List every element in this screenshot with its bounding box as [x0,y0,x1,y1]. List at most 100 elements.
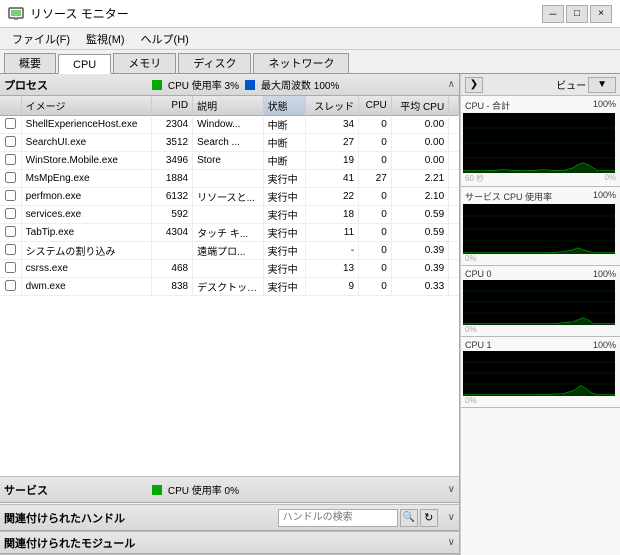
handle-search-button[interactable]: 🔍 [400,509,418,527]
table-row[interactable]: MsMpEng.exe 1884 実行中 41 27 2.21 [0,170,459,188]
th-cpu[interactable]: CPU [359,96,392,116]
row-description: Window... [193,116,264,134]
handle-refresh-button[interactable]: ↻ [420,509,438,527]
row-pid [151,242,192,260]
menu-file[interactable]: ファイル(F) [4,29,78,49]
tab-network[interactable]: ネットワーク [253,53,349,73]
th-threads[interactable]: スレッド [305,96,358,116]
tab-cpu[interactable]: CPU [58,54,111,74]
table-row[interactable]: WinStore.Mobile.exe 3496 Store 中断 19 0 0… [0,152,459,170]
tab-overview[interactable]: 概要 [4,53,56,73]
row-checkbox[interactable] [0,278,21,296]
service-cpu-text: CPU 使用率 0% [168,482,239,497]
maximize-button[interactable]: □ [566,5,588,23]
row-threads: 11 [305,224,358,242]
row-checkbox[interactable] [0,224,21,242]
th-description[interactable]: 説明 [193,96,264,116]
cpu1-bottom-label: 0% [463,396,618,405]
green-indicator-square [152,80,162,90]
th-scroll-spacer [449,96,459,116]
service-cpu-pct-bottom: 0% [465,254,477,263]
th-image[interactable]: イメージ [21,96,151,116]
row-status: 実行中 [263,242,305,260]
process-table-container[interactable]: イメージ PID 説明 状態 スレッド CPU 平均 CPU ShellExpe… [0,96,459,476]
th-avg-cpu[interactable]: 平均 CPU [391,96,448,116]
row-description: Search ... [193,134,264,152]
row-image: ShellExperienceHost.exe [21,116,151,134]
row-cpu: 0 [359,260,392,278]
title-bar-left: リソース モニター [8,5,129,22]
row-status: 実行中 [263,224,305,242]
service-cpu-chart-label: サービス CPU 使用率 100% [463,189,618,204]
row-avg-cpu: 0.00 [391,152,448,170]
service-section-title: サービス [4,482,152,498]
row-image: csrss.exe [21,260,151,278]
table-row[interactable]: ShellExperienceHost.exe 2304 Window... 中… [0,116,459,134]
service-green-square [152,485,162,495]
menu-bar: ファイル(F) 監視(M) ヘルプ(H) [0,28,620,50]
row-checkbox[interactable] [0,188,21,206]
row-status: 中断 [263,116,305,134]
table-row[interactable]: システムの割り込み 遠端プロ... 実行中 - 0 0.39 [0,242,459,260]
row-checkbox[interactable] [0,134,21,152]
right-panel: ❯ ビュー ▼ CPU - 合計 100% [460,74,620,555]
row-image: TabTip.exe [21,224,151,242]
row-checkbox[interactable] [0,260,21,278]
table-row[interactable]: TabTip.exe 4304 タッチ キ... 実行中 11 0 0.59 [0,224,459,242]
table-row[interactable]: services.exe 592 実行中 18 0 0.59 [0,206,459,224]
table-row[interactable]: perfmon.exe 6132 リソースと... 実行中 22 0 2.10 [0,188,459,206]
row-checkbox[interactable] [0,116,21,134]
handle-chevron: ∨ [444,512,459,523]
row-avg-cpu: 0.59 [391,206,448,224]
process-table: イメージ PID 説明 状態 スレッド CPU 平均 CPU ShellExpe… [0,96,459,296]
process-section-header[interactable]: プロセス CPU 使用率 3% 最大周波数 100% ∧ [0,74,459,96]
row-cpu: 0 [359,224,392,242]
service-section-header[interactable]: サービス CPU 使用率 0% ∨ [0,477,459,503]
tab-memory[interactable]: メモリ [113,53,176,73]
cpu0-bottom-label: 0% [463,325,618,334]
handle-search-input[interactable] [278,509,398,527]
table-row[interactable]: dwm.exe 838 デスクトップ... 実行中 9 0 0.33 [0,278,459,296]
table-row[interactable]: csrss.exe 468 実行中 13 0 0.39 [0,260,459,278]
menu-monitor[interactable]: 監視(M) [78,29,133,49]
right-panel-content[interactable]: CPU - 合計 100% 60 秒 [461,96,620,555]
row-cpu: 0 [359,152,392,170]
row-checkbox[interactable] [0,170,21,188]
handle-section: 関連付けられたハンドル 🔍 ↻ ∨ [0,505,459,532]
process-max-freq-text: 最大周波数 100% [261,77,339,92]
tab-disk[interactable]: ディスク [178,53,251,73]
handle-section-row: 関連付けられたハンドル 🔍 ↻ ∨ [0,505,459,531]
cpu-total-label-text: CPU - 合計 [465,99,510,112]
cpu1-chart-label: CPU 1 100% [463,339,618,351]
row-avg-cpu: 0.39 [391,260,448,278]
row-threads: 13 [305,260,358,278]
close-button[interactable]: × [590,5,612,23]
row-description [193,170,264,188]
row-pid: 3496 [151,152,192,170]
right-arrow-button[interactable]: ❯ [465,77,483,93]
handle-section-header[interactable]: 関連付けられたハンドル [0,505,272,531]
row-checkbox[interactable] [0,242,21,260]
cpu-total-chart-section: CPU - 合計 100% 60 秒 [461,96,620,187]
row-image: perfmon.exe [21,188,151,206]
row-description: Store [193,152,264,170]
row-checkbox[interactable] [0,206,21,224]
row-checkbox[interactable] [0,152,21,170]
module-section: 関連付けられたモジュール ∨ [0,532,459,555]
module-section-header[interactable]: 関連付けられたモジュール ∨ [0,532,459,554]
minimize-button[interactable]: － [542,5,564,23]
cpu0-chart-svg [463,280,615,325]
menu-help[interactable]: ヘルプ(H) [133,29,197,49]
cpu0-chart-canvas [463,280,615,325]
table-row[interactable]: SearchUI.exe 3512 Search ... 中断 27 0 0.0… [0,134,459,152]
th-pid[interactable]: PID [151,96,192,116]
cpu-total-pct-top: 100% [593,99,616,112]
row-avg-cpu: 0.33 [391,278,448,296]
service-cpu-chart-svg [463,204,615,254]
row-description: デスクトップ... [193,278,264,296]
row-description: リソースと... [193,188,264,206]
view-dropdown-button[interactable]: ▼ [588,77,616,93]
service-cpu-bottom-label: 0% [463,254,618,263]
row-threads: 41 [305,170,358,188]
th-status[interactable]: 状態 [263,96,305,116]
